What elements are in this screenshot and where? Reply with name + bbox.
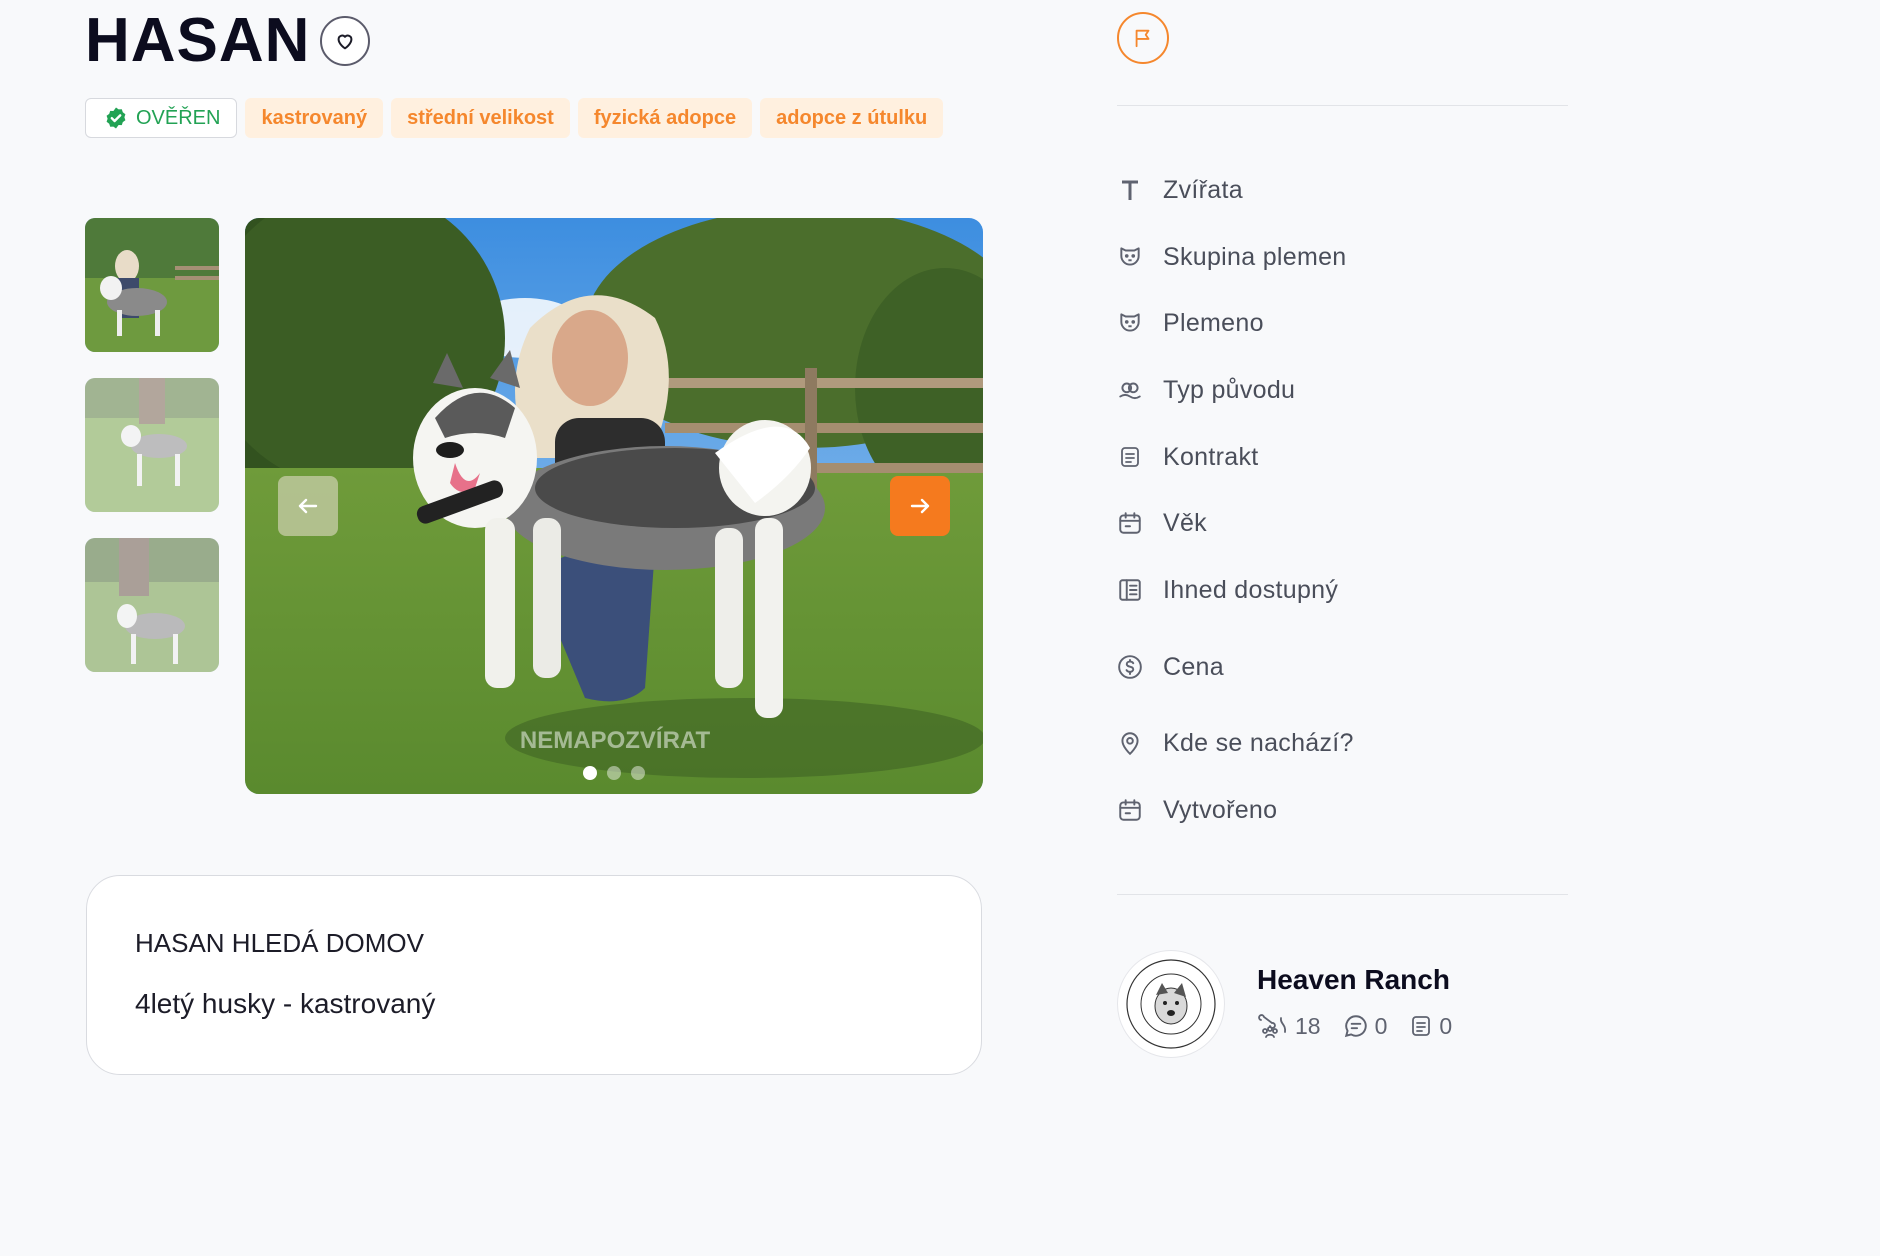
attribute-age: Věk xyxy=(1117,503,1207,543)
heart-icon xyxy=(337,34,353,50)
attribute-created: Vytvořeno xyxy=(1117,790,1277,830)
document-icon xyxy=(1412,1016,1431,1036)
location-pin-icon xyxy=(1117,730,1143,756)
dog-photo-thumbnail xyxy=(85,378,219,512)
gallery-thumbnails xyxy=(85,218,219,698)
pet-name-title: HASAN xyxy=(85,6,311,75)
divider xyxy=(1117,894,1568,895)
list-icon xyxy=(1117,577,1143,603)
favorite-button[interactable] xyxy=(320,16,370,66)
calendar-icon xyxy=(1117,510,1143,536)
dollar-icon xyxy=(1117,654,1143,680)
stat-animals-count: 18 xyxy=(1295,1012,1321,1039)
dog-with-owner-photo: NEMAPOZVÍRAT xyxy=(245,218,983,794)
arrow-left-icon xyxy=(298,498,318,514)
tag-size: střední velikost xyxy=(391,98,570,138)
dog-face-icon xyxy=(1117,310,1143,336)
tag-neutered: kastrovaný xyxy=(245,98,384,138)
attribute-label: Kde se nachází? xyxy=(1163,728,1354,757)
shelter-name[interactable]: Heaven Ranch xyxy=(1257,964,1450,996)
pedigree-icon xyxy=(1117,377,1143,403)
tag-list: OVĚŘEN kastrovaný střední velikost fyzic… xyxy=(85,98,944,138)
description-card: HASAN HLEDÁ DOMOV 4letý husky - kastrova… xyxy=(86,875,982,1075)
main-photo-gallery[interactable]: NEMAPOZVÍRAT xyxy=(245,218,983,794)
gallery-thumbnail[interactable] xyxy=(85,378,219,512)
gallery-prev-button[interactable] xyxy=(278,476,338,536)
stat-animals: 18 xyxy=(1257,1012,1321,1040)
gallery-dot[interactable] xyxy=(607,766,621,780)
calendar-icon xyxy=(1117,797,1143,823)
attribute-contract: Kontrakt xyxy=(1117,437,1259,477)
gallery-dot[interactable] xyxy=(631,766,645,780)
attribute-label: Kontrakt xyxy=(1163,442,1259,471)
gallery-dot[interactable] xyxy=(583,766,597,780)
gallery-thumbnail[interactable] xyxy=(85,218,219,352)
stat-posts-count: 0 xyxy=(1439,1012,1453,1039)
arrow-right-icon xyxy=(910,498,930,514)
stat-posts: 0 xyxy=(1409,1013,1452,1040)
tag-shelter-adoption: adopce z útulku xyxy=(760,98,944,138)
description-heading: HASAN HLEDÁ DOMOV xyxy=(135,928,424,958)
description-text: 4letý husky - kastrovaný xyxy=(135,988,436,1019)
gallery-next-button[interactable] xyxy=(890,476,950,536)
attribute-breed: Plemeno xyxy=(1117,303,1264,343)
gallery-thumbnail[interactable] xyxy=(85,538,219,672)
verified-label: OVĚŘEN xyxy=(136,106,221,129)
flag-icon xyxy=(1135,29,1150,48)
attribute-availability: Ihned dostupný xyxy=(1117,570,1338,610)
paw-bone-icon xyxy=(1258,1014,1286,1038)
verified-badge: OVĚŘEN xyxy=(85,98,238,138)
document-icon xyxy=(1117,444,1143,470)
shelter-stats: 18 0 0 xyxy=(1257,1012,1452,1040)
stat-comments-count: 0 xyxy=(1374,1012,1388,1039)
attribute-label: Typ původu xyxy=(1163,375,1296,404)
comment-icon xyxy=(1344,1015,1367,1038)
attribute-label: Zvířata xyxy=(1163,175,1243,204)
attribute-location: Kde se nachází? xyxy=(1117,723,1354,763)
tag-adoption-type: fyzická adopce xyxy=(577,98,753,138)
report-button[interactable] xyxy=(1117,12,1169,64)
dog-photo-thumbnail xyxy=(85,218,219,352)
dog-photo-thumbnail xyxy=(85,538,219,672)
attribute-price: Cena xyxy=(1117,647,1224,687)
attribute-breed-group: Skupina plemen xyxy=(1117,237,1347,277)
attribute-label: Věk xyxy=(1163,508,1207,537)
photo-watermark: NEMAPOZVÍRAT xyxy=(520,726,711,754)
attribute-label: Vytvořeno xyxy=(1163,795,1278,824)
verified-check-icon xyxy=(106,107,126,129)
text-t-icon xyxy=(1117,177,1143,203)
attribute-label: Ihned dostupný xyxy=(1163,575,1339,604)
divider xyxy=(1117,105,1568,106)
shelter-avatar[interactable] xyxy=(1117,950,1225,1058)
attribute-label: Cena xyxy=(1163,652,1224,681)
attribute-pedigree-type: Typ původu xyxy=(1117,370,1295,410)
gallery-pagination xyxy=(245,766,983,780)
stat-comments: 0 xyxy=(1343,1012,1388,1040)
shelter-logo xyxy=(1126,959,1216,1049)
dog-face-icon xyxy=(1117,244,1143,270)
attribute-label: Skupina plemen xyxy=(1163,242,1347,271)
attribute-animals: Zvířata xyxy=(1117,170,1243,210)
attribute-label: Plemeno xyxy=(1163,308,1264,337)
